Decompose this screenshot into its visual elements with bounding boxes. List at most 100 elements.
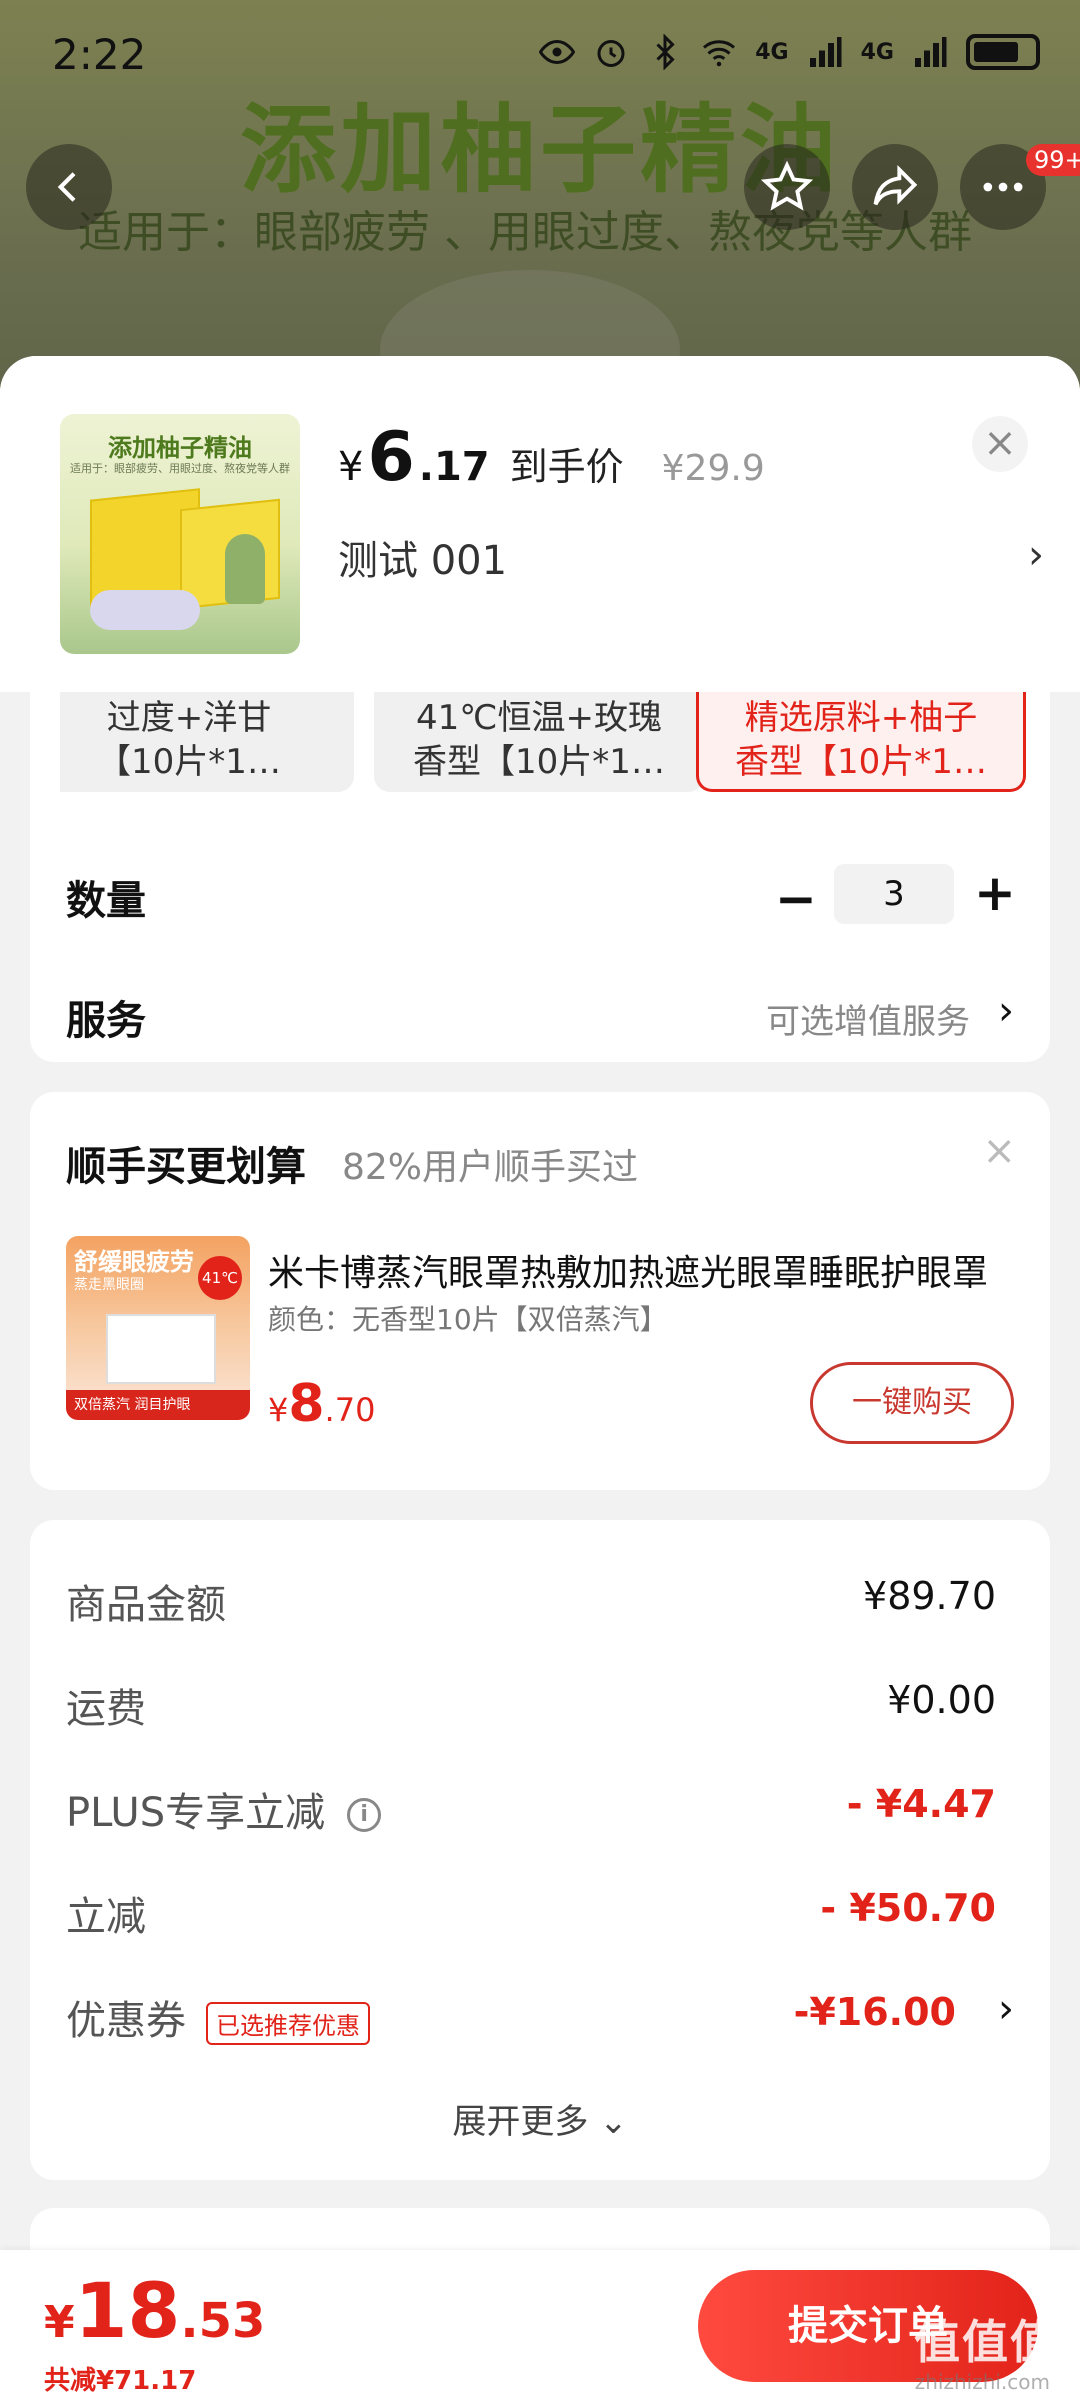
- bundle-price: ¥ 8 .70: [268, 1374, 375, 1434]
- shipping-value: ¥0.00: [887, 1678, 996, 1722]
- bundle-product-name[interactable]: 米卡博蒸汽眼罩热敷加热遮光眼罩睡眠护眼罩: [268, 1244, 1018, 1296]
- final-price: ¥ 6 .17 到手价 ¥29.9: [338, 418, 765, 497]
- thumb-subtitle: 适用于：眼部疲劳、用眼过度、熬夜党等人群: [70, 462, 290, 475]
- bundle-thumbnail[interactable]: 舒缓眼疲劳 蒸走黑眼圈 41℃ 双倍蒸汽 润目护眼: [66, 1236, 250, 1420]
- total-decimal: .53: [180, 2293, 266, 2349]
- shipping-row: 运费 ¥0.00: [66, 1676, 996, 1736]
- bundle-thumb-temp-badge: 41℃: [198, 1256, 242, 1300]
- chevron-right-icon[interactable]: ›: [998, 1986, 1014, 2032]
- coupon-tag: 已选推荐优惠: [206, 2001, 370, 2045]
- bundle-subtitle: 82%用户顺手买过: [342, 1147, 639, 1188]
- instant-discount-label: 立减: [66, 1894, 146, 1940]
- bundle-price-currency: ¥: [268, 1391, 289, 1429]
- signal-bars-icon-2: [915, 37, 947, 67]
- sku-sheet: 添加柚子精油 适用于：眼部疲劳、用眼过度、熬夜党等人群 ¥ 6 .17 到手价 …: [0, 356, 1080, 2400]
- price-currency: ¥: [338, 444, 364, 490]
- plus-discount-row: PLUS专享立减 i - ¥4.47: [66, 1780, 996, 1840]
- quantity-input[interactable]: 3: [834, 864, 954, 924]
- total-integer: 18: [74, 2266, 181, 2355]
- banner-subtitle: 适用于：眼部疲劳 、用眼过度、熬夜党等人群: [78, 207, 972, 258]
- goods-amount-row: 商品金额 ¥89.70: [66, 1572, 996, 1632]
- expand-more-label: 展开更多: [452, 2102, 589, 2142]
- variant-chip-selected[interactable]: 精选原料+柚子 香型【10片*1…: [696, 692, 1026, 792]
- close-button[interactable]: ×: [972, 416, 1028, 472]
- coupon-label: 优惠券: [66, 1998, 186, 2044]
- bundle-thumb-subtitle: 蒸走黑眼圈: [74, 1277, 144, 1293]
- variant-line2: 香型【10片*1…: [413, 742, 665, 782]
- quantity-label: 数量: [66, 878, 146, 924]
- signal-bars-icon: [809, 37, 842, 67]
- plus-discount-label: PLUS专享立减: [66, 1790, 326, 1836]
- variant-chip[interactable]: 41℃恒温+玫瑰 香型【10片*1…: [374, 692, 704, 792]
- share-button[interactable]: [852, 144, 938, 230]
- bundle-price-integer: 8: [288, 1374, 325, 1434]
- status-icons: 4G 4G: [539, 34, 1040, 70]
- chevron-right-icon[interactable]: ›: [998, 988, 1014, 1034]
- share-icon: [873, 164, 918, 206]
- chevron-right-icon[interactable]: ›: [1028, 532, 1044, 578]
- options-card: 过度+洋甘 【10片*1… 41℃恒温+玫瑰 香型【10片*1… 精选原料+柚子…: [30, 692, 1050, 1062]
- favorite-button[interactable]: [744, 144, 830, 230]
- expand-more-button[interactable]: 展开更多 ⌄: [30, 2094, 1050, 2143]
- quantity-minus-button[interactable]: −: [775, 870, 817, 928]
- price-integer: 6: [367, 418, 415, 497]
- bundle-thumb-footer: 双倍蒸汽 润目护眼: [66, 1390, 250, 1420]
- total-saved: 共减¥71.17: [44, 2366, 197, 2396]
- star-icon: [761, 161, 813, 211]
- status-bar: 2:22 4G 4G: [0, 0, 1080, 110]
- bundle-close-icon[interactable]: ×: [982, 1128, 1016, 1174]
- bundle-card: 顺手买更划算 82%用户顺手买过 × 舒缓眼疲劳 蒸走黑眼圈 41℃ 双倍蒸汽 …: [30, 1092, 1050, 1490]
- signal-4g-icon-2: 4G: [860, 39, 894, 65]
- instant-discount-row: 立减 - ¥50.70: [66, 1884, 996, 1944]
- price-label: 到手价: [509, 445, 624, 489]
- info-icon[interactable]: i: [347, 1798, 382, 1832]
- wifi-icon: [703, 40, 736, 67]
- bundle-thumb-title: 舒缓眼疲劳: [74, 1248, 194, 1276]
- status-time: 2:22: [52, 30, 147, 79]
- service-value[interactable]: 可选增值服务: [766, 994, 970, 1043]
- total-price: ¥ 18 .53: [44, 2266, 265, 2355]
- bundle-product-spec: 颜色：无香型10片【双倍蒸汽】: [268, 1303, 668, 1336]
- quantity-plus-button[interactable]: +: [974, 864, 1016, 922]
- signal-4g-icon: 4G: [755, 39, 789, 65]
- goods-amount-label: 商品金额: [66, 1582, 226, 1628]
- service-label: 服务: [66, 998, 146, 1044]
- instant-discount-value: - ¥50.70: [820, 1886, 996, 1930]
- selected-spec[interactable]: 测试 001: [338, 528, 507, 586]
- goods-amount-value: ¥89.70: [863, 1574, 996, 1618]
- alarm-icon: [597, 40, 625, 67]
- coupon-row[interactable]: 优惠券 已选推荐优惠 -¥16.00: [66, 1988, 956, 2048]
- variant-line1: 过度+洋甘: [106, 698, 272, 738]
- original-price: ¥29.9: [661, 448, 765, 489]
- thumb-eye-mask: [90, 590, 200, 630]
- chevron-left-icon: [57, 172, 76, 202]
- one-click-buy-button[interactable]: 一键购买: [810, 1362, 1014, 1444]
- sheet-header: 添加柚子精油 适用于：眼部疲劳、用眼过度、熬夜党等人群 ¥ 6 .17 到手价 …: [0, 356, 1080, 692]
- battery-icon: [966, 34, 1040, 70]
- variant-line1: 41℃恒温+玫瑰: [416, 698, 662, 738]
- variant-line2: 【10片*1…: [97, 742, 281, 782]
- back-button[interactable]: [26, 144, 112, 230]
- coupon-label-wrap: 优惠券 已选推荐优惠: [66, 1988, 370, 2046]
- watermark-logo: 值值值: [914, 2315, 1058, 2369]
- plus-discount-value: - ¥4.47: [846, 1782, 996, 1826]
- bundle-price-decimal: .70: [324, 1391, 376, 1429]
- bundle-title: 顺手买更划算: [66, 1144, 306, 1190]
- bundle-thumb-package: [106, 1314, 216, 1384]
- plus-discount-label-wrap: PLUS专享立减 i: [66, 1780, 382, 1838]
- variant-list: 过度+洋甘 【10片*1… 41℃恒温+玫瑰 香型【10片*1… 精选原料+柚子…: [60, 692, 1050, 802]
- product-thumbnail[interactable]: 添加柚子精油 适用于：眼部疲劳、用眼过度、熬夜党等人群: [60, 414, 300, 654]
- eye-icon: [539, 39, 576, 65]
- more-dots-icon: [983, 182, 1023, 192]
- watermark-url: zhizhizhi.com: [914, 2370, 1050, 2394]
- variant-line1: 精选原料+柚子: [744, 698, 978, 738]
- message-badge: 99+: [1026, 144, 1080, 176]
- thumb-figure: [225, 534, 265, 604]
- coupon-value: -¥16.00: [793, 1990, 956, 2034]
- amount-summary-card: 商品金额 ¥89.70 运费 ¥0.00 PLUS专享立减 i - ¥4.47 立…: [30, 1520, 1050, 2180]
- price-decimal: .17: [418, 444, 490, 490]
- variant-line2: 香型【10片*1…: [735, 742, 987, 782]
- chevron-down-icon: ⌄: [599, 2102, 628, 2142]
- variant-chip[interactable]: 过度+洋甘 【10片*1…: [60, 692, 354, 792]
- bluetooth-icon: [656, 34, 675, 70]
